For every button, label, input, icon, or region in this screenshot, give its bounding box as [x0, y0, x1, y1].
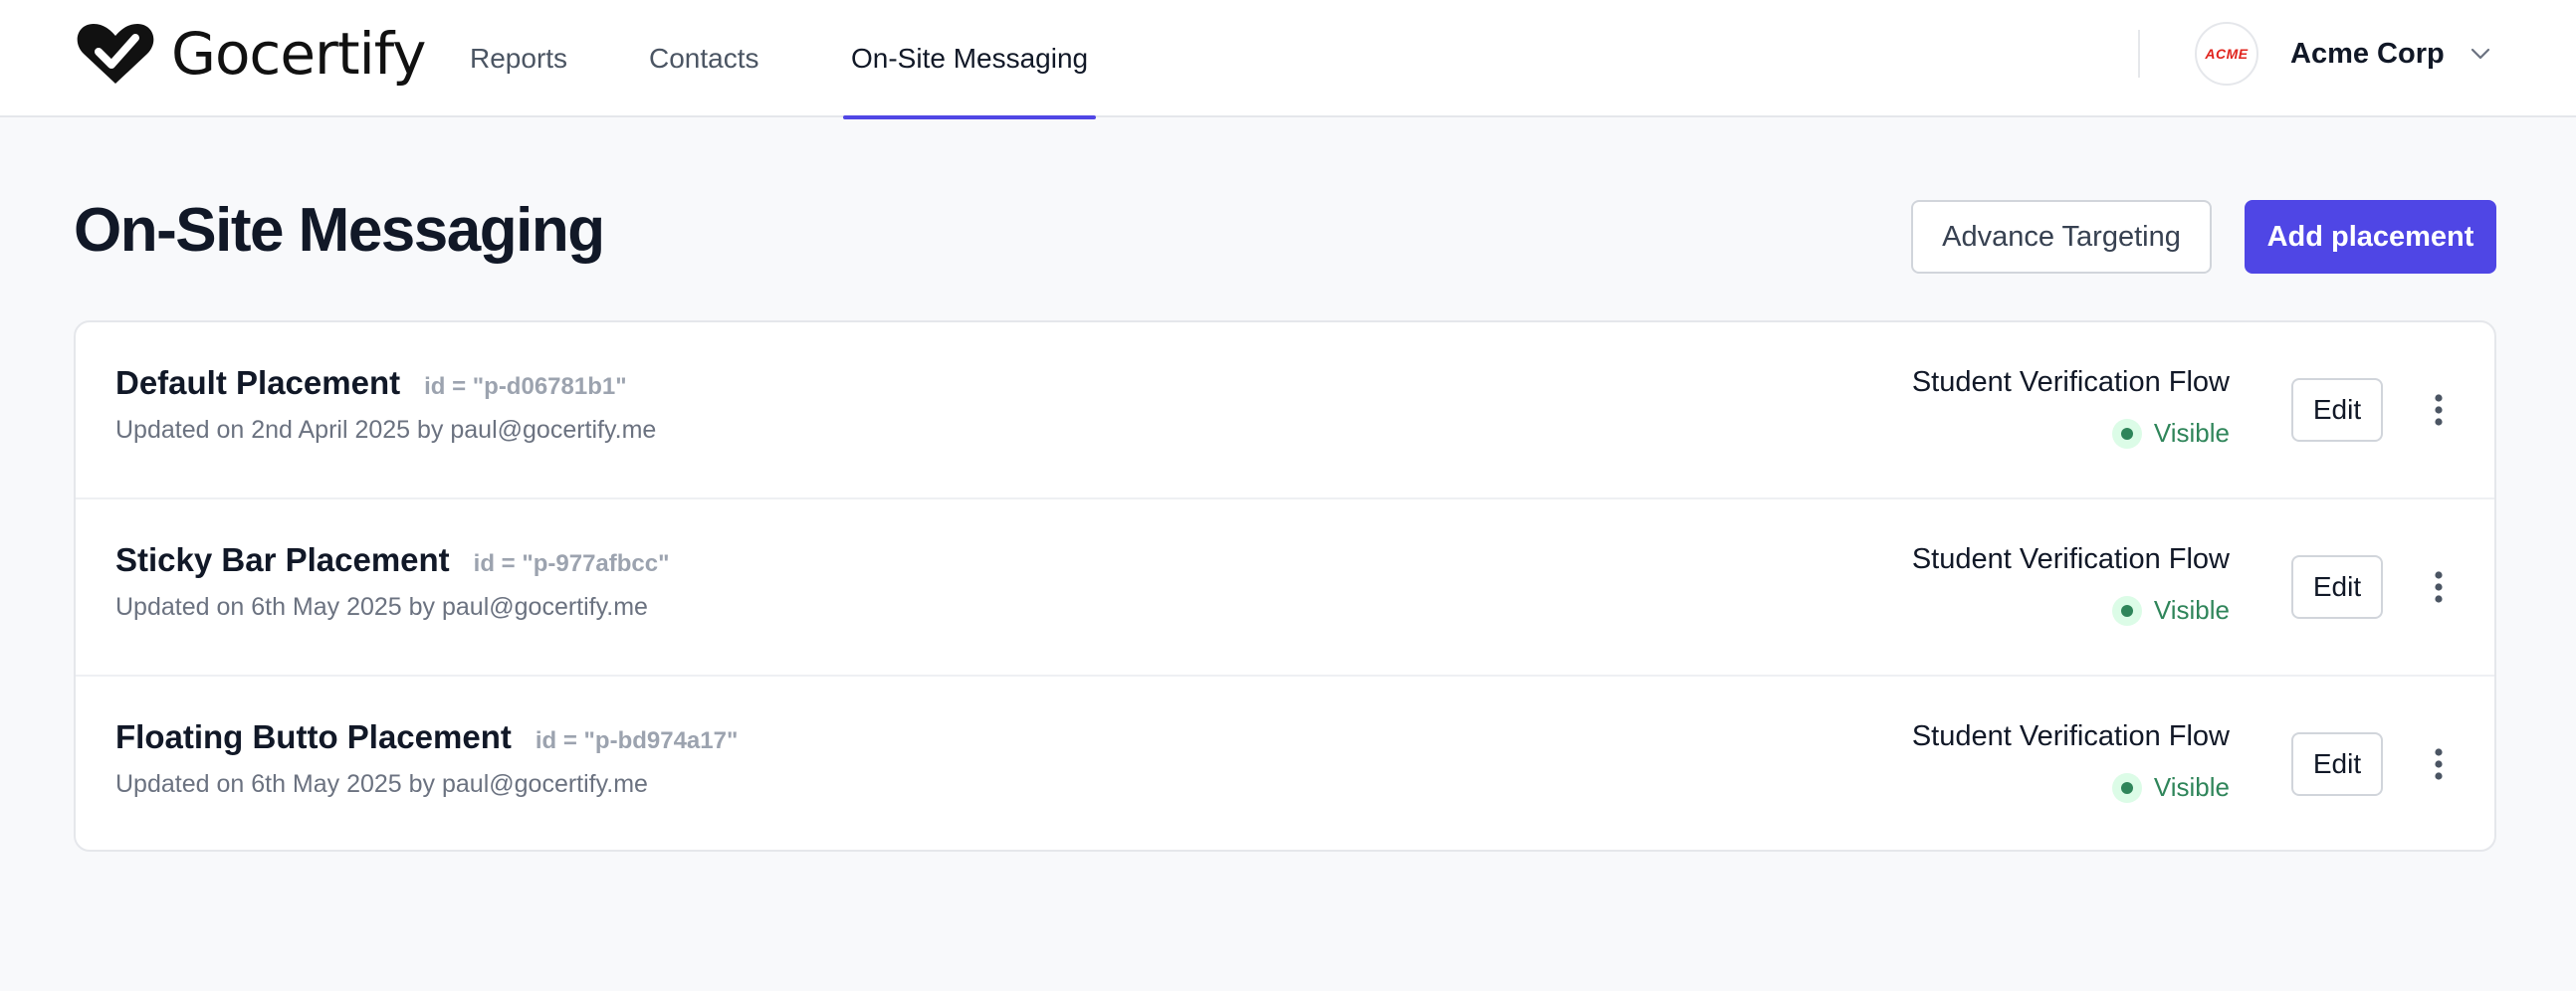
placement-row: Sticky Bar Placement id = "p-977afbcc" U…: [76, 499, 2494, 677]
placement-name: Sticky Bar Placement: [115, 541, 450, 578]
status-badge: Visible: [2111, 595, 2230, 626]
status-badge: Visible: [2111, 418, 2230, 449]
placement-flow: Student Verification Flow: [1911, 720, 2230, 752]
edit-button[interactable]: Edit: [2291, 378, 2383, 442]
placement-name: Default Placement: [115, 364, 401, 401]
placement-updated-info: Updated on 6th May 2025 by paul@gocertif…: [115, 770, 648, 798]
chevron-down-icon: [2470, 48, 2489, 60]
status-label: Visible: [2153, 772, 2230, 802]
org-avatar: ACME: [2195, 22, 2258, 86]
more-options-button[interactable]: [2419, 567, 2459, 607]
advance-targeting-button[interactable]: Advance Targeting: [1911, 200, 2212, 274]
edit-button[interactable]: Edit: [2291, 732, 2383, 796]
status-badge: Visible: [2111, 772, 2230, 803]
placement-flow: Student Verification Flow: [1911, 543, 2230, 575]
placement-updated-info: Updated on 2nd April 2025 by paul@gocert…: [115, 416, 657, 444]
placement-title: Default Placement id = "p-d06781b1": [115, 364, 627, 402]
heart-check-logo-icon: [77, 24, 154, 84]
status-dot-icon: [2111, 772, 2142, 803]
nav-divider: [2138, 30, 2140, 78]
placement-name: Floating Butto Placement: [115, 718, 512, 755]
placement-title: Floating Butto Placement id = "p-bd974a1…: [115, 718, 738, 756]
placement-row: Default Placement id = "p-d06781b1" Upda…: [76, 322, 2494, 499]
organization-switcher[interactable]: ACME Acme Corp: [2195, 22, 2492, 86]
more-vertical-icon: [2435, 394, 2443, 426]
placement-row: Floating Butto Placement id = "p-bd974a1…: [76, 677, 2494, 850]
tab-contacts[interactable]: Contacts: [649, 0, 759, 117]
placement-flow: Student Verification Flow: [1911, 366, 2230, 398]
page-title: On-Site Messaging: [74, 196, 605, 265]
tab-reports[interactable]: Reports: [470, 0, 567, 117]
status-label: Visible: [2153, 595, 2230, 625]
placement-title: Sticky Bar Placement id = "p-977afbcc": [115, 541, 670, 579]
more-options-button[interactable]: [2419, 390, 2459, 430]
placement-id: id = "p-bd974a17": [535, 727, 739, 754]
brand-logo[interactable]: Gocertify: [74, 18, 426, 90]
tab-on-site-messaging[interactable]: On-Site Messaging: [842, 0, 1097, 119]
status-dot-icon: [2111, 418, 2142, 449]
placements-list: Default Placement id = "p-d06781b1" Upda…: [74, 320, 2496, 852]
more-vertical-icon: [2435, 571, 2443, 603]
status-label: Visible: [2153, 418, 2230, 448]
add-placement-button[interactable]: Add placement: [2245, 200, 2496, 274]
placement-id: id = "p-d06781b1": [424, 373, 627, 400]
status-dot-icon: [2111, 595, 2142, 626]
top-navigation-bar: Gocertify Reports Contacts On-Site Messa…: [0, 0, 2576, 119]
edit-button[interactable]: Edit: [2291, 555, 2383, 619]
more-vertical-icon: [2435, 748, 2443, 780]
placement-updated-info: Updated on 6th May 2025 by paul@gocertif…: [115, 593, 648, 621]
brand-name: Gocertify: [171, 20, 426, 88]
more-options-button[interactable]: [2419, 744, 2459, 784]
placement-id: id = "p-977afbcc": [473, 550, 670, 577]
org-name: Acme Corp: [2290, 37, 2445, 70]
